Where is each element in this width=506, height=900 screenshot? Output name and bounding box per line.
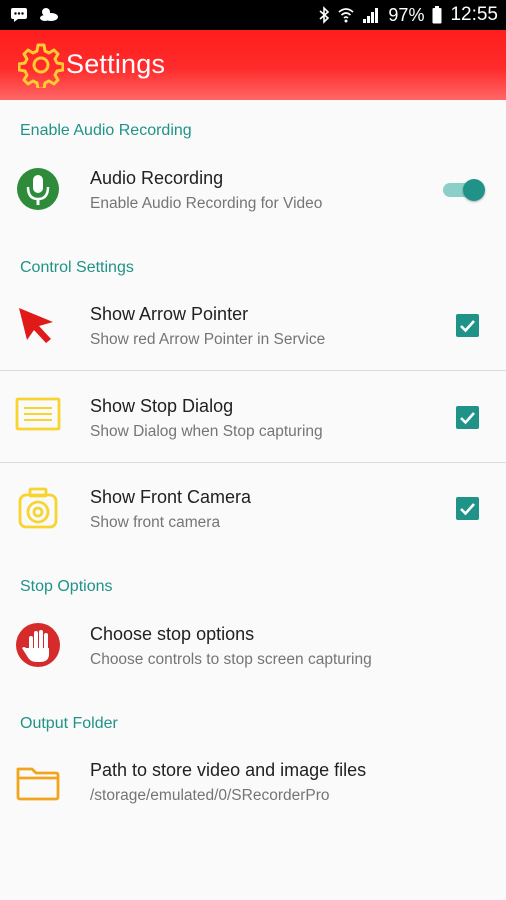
audio-recording-subtitle: Enable Audio Recording for Video [90, 195, 323, 212]
gear-icon [18, 43, 64, 88]
dialog-icon [15, 397, 61, 431]
check-icon [460, 503, 475, 516]
show-arrow-pointer-row[interactable]: Show Arrow Pointer Show red Arrow Pointe… [0, 285, 506, 370]
show-arrow-pointer-checkbox[interactable] [456, 314, 479, 337]
page-title: Settings [66, 49, 166, 79]
section-header-audio: Enable Audio Recording [20, 122, 192, 139]
wifi-icon [338, 8, 354, 23]
choose-stop-options-title: Choose stop options [90, 624, 255, 644]
clock: 12:55 [450, 4, 498, 25]
show-stop-dialog-row[interactable]: Show Stop Dialog Show Dialog when Stop c… [0, 371, 506, 462]
audio-recording-toggle[interactable] [441, 178, 485, 202]
output-folder-row[interactable]: Path to store video and image files /sto… [0, 741, 506, 826]
stop-hand-icon [16, 623, 60, 667]
show-stop-dialog-checkbox[interactable] [456, 406, 479, 429]
battery-percentage: 97% [388, 4, 425, 25]
show-stop-dialog-subtitle: Show Dialog when Stop capturing [90, 423, 323, 440]
show-front-camera-checkbox[interactable] [456, 497, 479, 520]
audio-recording-row[interactable]: Audio Recording Enable Audio Recording f… [0, 150, 506, 235]
arrow-pointer-icon [19, 308, 53, 343]
choose-stop-options-subtitle: Choose controls to stop screen capturing [90, 651, 372, 668]
check-icon [460, 412, 475, 425]
show-front-camera-row[interactable]: Show Front Camera Show front camera [0, 463, 506, 553]
folder-icon [16, 767, 60, 801]
section-header-output: Output Folder [20, 715, 118, 732]
choose-stop-options-row[interactable]: Choose stop options Choose controls to s… [0, 605, 506, 690]
toggle-thumb [463, 179, 485, 201]
show-stop-dialog-title: Show Stop Dialog [90, 396, 234, 416]
status-bar: 97% 12:55 [0, 0, 506, 30]
section-header-stop: Stop Options [20, 578, 113, 595]
app-bar: Settings [0, 30, 506, 100]
show-arrow-pointer-subtitle: Show red Arrow Pointer in Service [90, 331, 326, 348]
output-folder-path: /storage/emulated/0/SRecorderPro [90, 787, 330, 804]
show-front-camera-subtitle: Show front camera [90, 514, 221, 531]
message-icon [11, 8, 27, 22]
camera-icon [18, 487, 58, 529]
weather-icon [40, 8, 58, 21]
signal-icon [363, 8, 379, 23]
check-icon [460, 320, 475, 333]
show-front-camera-title: Show Front Camera [90, 487, 252, 507]
battery-icon [432, 6, 442, 24]
section-header-control: Control Settings [20, 259, 134, 276]
output-folder-title: Path to store video and image files [90, 760, 367, 780]
microphone-icon [17, 168, 59, 210]
audio-recording-title: Audio Recording [90, 168, 224, 188]
show-arrow-pointer-title: Show Arrow Pointer [90, 304, 249, 324]
bluetooth-icon [319, 6, 330, 24]
